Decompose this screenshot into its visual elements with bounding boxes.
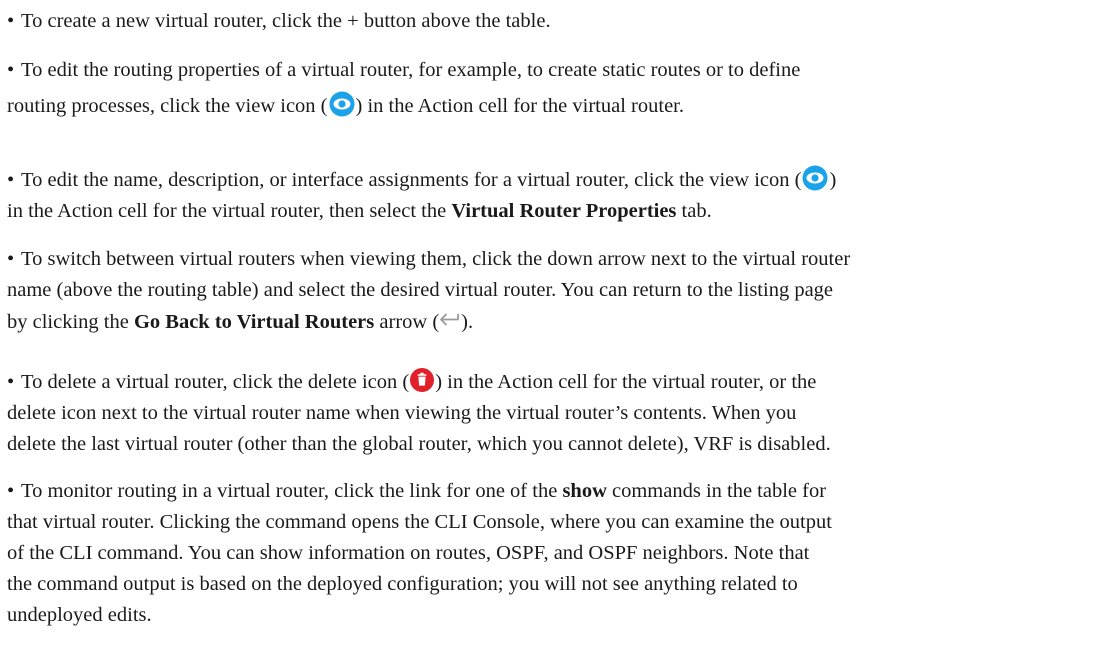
bullet-delete-router: • To delete a virtual router, click the d…	[7, 367, 1103, 460]
bullet-line: • To monitor routing in a virtual router,…	[7, 476, 1103, 507]
bullet-switch-router: • To switch between virtual routers when …	[7, 244, 1103, 338]
bullet-text: ).	[461, 311, 474, 333]
bold-term: show	[562, 480, 607, 502]
bullet-text: To create a new virtual router, click th…	[21, 10, 551, 32]
bullet-text: To edit the name, description, or interf…	[21, 169, 802, 191]
bullet-marker: •	[7, 169, 15, 191]
bullet-text: routing processes, click the view icon (	[7, 95, 328, 117]
bullet-text: delete the last virtual router (other th…	[7, 433, 831, 455]
trash-delete-icon	[409, 367, 435, 393]
bold-term: Virtual Router Properties	[451, 200, 677, 222]
bullet-line: • To edit the name, description, or inter…	[7, 164, 1103, 196]
bullet-line: delete the last virtual router (other th…	[7, 429, 1103, 460]
bullet-text: the command output is based on the deplo…	[7, 573, 798, 595]
bullet-line: the command output is based on the deplo…	[7, 569, 1103, 600]
bullet-text: To switch between virtual routers when v…	[21, 248, 851, 270]
bullet-line: in the Action cell for the virtual route…	[7, 196, 1103, 227]
bullet-marker: •	[7, 10, 15, 32]
bullet-text: To edit the routing properties of a virt…	[21, 59, 801, 81]
eye-view-icon	[801, 164, 829, 192]
eye-view-icon	[328, 90, 356, 118]
bullet-text: To monitor routing in a virtual router, …	[21, 480, 563, 502]
bullet-line: name (above the routing table) and selec…	[7, 275, 1103, 306]
bullet-edit-routing: • To edit the routing properties of a vir…	[7, 55, 1103, 122]
bullet-text: in the Action cell for the virtual route…	[7, 200, 452, 222]
bullet-line: routing processes, click the view icon (…	[7, 90, 1103, 122]
bullet-text: arrow (	[374, 311, 440, 333]
bullet-marker: •	[7, 59, 15, 81]
bullet-text: ) in the Action cell for the virtual rou…	[355, 95, 684, 117]
bullet-line: by clicking the Go Back to Virtual Route…	[7, 306, 1103, 338]
bullet-text: undeployed edits.	[7, 604, 152, 626]
bullet-line: • To delete a virtual router, click the d…	[7, 367, 1103, 398]
bullet-line: delete icon next to the virtual router n…	[7, 398, 1103, 429]
bullet-text: delete icon next to the virtual router n…	[7, 402, 797, 424]
bold-term: Go Back to Virtual Routers	[133, 311, 375, 333]
bullet-text: by clicking the	[7, 311, 134, 333]
back-arrow-icon	[439, 306, 461, 326]
bullet-create-router: • To create a new virtual router, click t…	[7, 6, 1103, 37]
bullet-marker: •	[7, 248, 15, 270]
bullet-edit-name: • To edit the name, description, or inter…	[7, 164, 1103, 227]
bullet-line: • To edit the routing properties of a vir…	[7, 55, 1103, 86]
bullet-text: tab.	[676, 200, 712, 222]
bullet-text: name (above the routing table) and selec…	[7, 279, 834, 301]
bullet-text: of the CLI command. You can show informa…	[7, 542, 810, 564]
bullet-text: commands in the table for	[606, 480, 827, 502]
bullet-line: undeployed edits.	[7, 600, 1103, 631]
bullet-line: that virtual router. Clicking the comman…	[7, 507, 1103, 538]
bullet-line: • To create a new virtual router, click t…	[7, 6, 1103, 37]
bullet-line: of the CLI command. You can show informa…	[7, 538, 1103, 569]
bullet-text: To delete a virtual router, click the de…	[21, 371, 410, 393]
bullet-marker: •	[7, 480, 15, 502]
bullet-monitor-routing: • To monitor routing in a virtual router,…	[7, 476, 1103, 631]
bullet-line: • To switch between virtual routers when …	[7, 244, 1103, 275]
bullet-marker: •	[7, 371, 15, 393]
bullet-text: )	[829, 169, 837, 191]
bullet-text: ) in the Action cell for the virtual rou…	[435, 371, 817, 393]
bullet-text: that virtual router. Clicking the comman…	[7, 511, 832, 533]
document-body: • To create a new virtual router, click t…	[0, 0, 1108, 647]
